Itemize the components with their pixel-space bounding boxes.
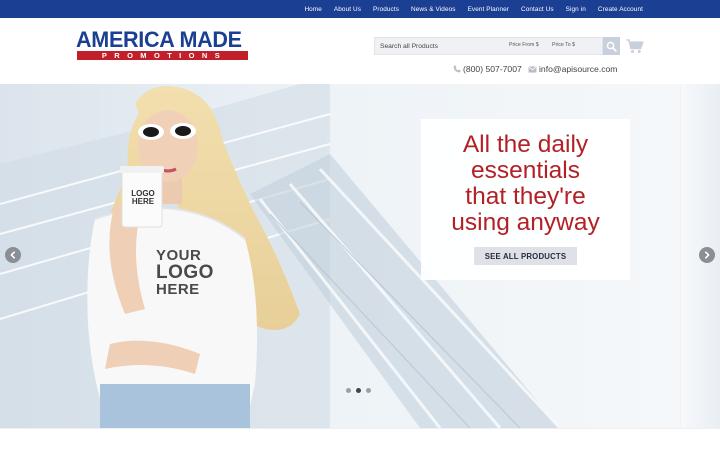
- nav-item-contact-us[interactable]: Contact Us: [521, 6, 554, 13]
- search-button[interactable]: [603, 37, 620, 55]
- carousel-dots: [346, 388, 371, 393]
- phone-number: (800) 507-7007: [463, 64, 522, 74]
- logo-line-1: AMERICA MADE: [76, 27, 242, 52]
- carousel-dot-1[interactable]: [346, 388, 351, 393]
- email-contact[interactable]: info@apisource.com: [528, 64, 617, 74]
- page-content-start: [0, 428, 720, 450]
- carousel-dot-2[interactable]: [356, 388, 361, 393]
- carousel-prev-button[interactable]: [5, 247, 21, 263]
- price-to-input[interactable]: Price To $: [552, 42, 575, 48]
- carousel-dot-3[interactable]: [366, 388, 371, 393]
- nav-item-news-videos[interactable]: News & Videos: [411, 6, 456, 13]
- phone-icon: [453, 65, 461, 73]
- email-address: info@apisource.com: [539, 64, 618, 74]
- chevron-left-icon: [10, 251, 15, 259]
- site-header: AMERICA MADE PROMOTIONS Price From $ Pri…: [0, 18, 720, 84]
- search-bar: Price From $ Price To $: [374, 37, 603, 55]
- email-icon: [528, 65, 537, 73]
- cart-icon: [626, 39, 644, 53]
- hero-slide: LOGO HERE YOUR LOGO HERE All the daily e…: [0, 84, 680, 428]
- chevron-right-icon: [705, 251, 710, 259]
- cart-button[interactable]: [626, 39, 644, 54]
- site-logo[interactable]: AMERICA MADE PROMOTIONS: [76, 29, 252, 61]
- hero-callout: All the daily essentials that they're us…: [421, 119, 630, 280]
- nav-item-event-planner[interactable]: Event Planner: [468, 6, 509, 13]
- phone-contact[interactable]: (800) 507-7007: [453, 64, 522, 74]
- logo-line-2: PROMOTIONS: [77, 51, 248, 60]
- nav-item-products[interactable]: Products: [373, 6, 399, 13]
- price-from-input[interactable]: Price From $: [509, 42, 539, 48]
- hero-carousel: LOGO HERE YOUR LOGO HERE All the daily e…: [0, 84, 720, 428]
- nav-item-sign-in[interactable]: Sign in: [566, 6, 586, 13]
- see-all-products-button[interactable]: SEE ALL PRODUCTS: [474, 247, 577, 265]
- nav-item-create-account[interactable]: Create Account: [598, 6, 643, 13]
- nav-item-about-us[interactable]: About Us: [334, 6, 361, 13]
- search-icon: [606, 41, 617, 52]
- top-nav-list: Home About Us Products News & Videos Eve…: [304, 0, 643, 18]
- nav-item-home[interactable]: Home: [304, 6, 321, 13]
- cup-logo-text: LOGO HERE: [131, 189, 155, 206]
- shirt-logo-text: YOUR LOGO HERE: [156, 247, 214, 298]
- top-nav: Home About Us Products News & Videos Eve…: [0, 0, 720, 18]
- hero-headline: All the daily essentials that they're us…: [451, 131, 600, 236]
- search-input[interactable]: [380, 41, 500, 52]
- carousel-next-button[interactable]: [699, 247, 715, 263]
